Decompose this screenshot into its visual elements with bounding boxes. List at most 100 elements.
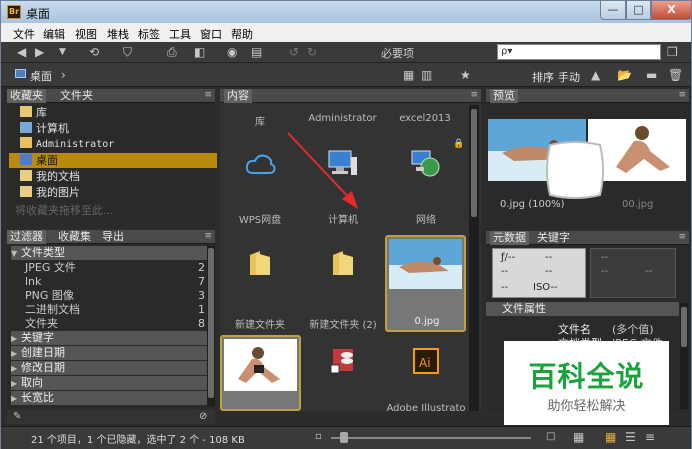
maximize-button[interactable]: □ <box>626 1 651 20</box>
tab-collections[interactable]: 收藏集 <box>55 230 94 244</box>
filter-label: 二进制文档 <box>25 303 80 316</box>
tab-export[interactable]: 导出 <box>99 230 127 244</box>
scroll-thumb[interactable] <box>471 109 477 217</box>
filter-category[interactable]: ▶ 创建日期 <box>11 346 209 360</box>
filter-item[interactable]: PNG 图像 3 <box>11 289 209 303</box>
refine-icon[interactable]: ◧ <box>194 45 205 59</box>
tab-keywords[interactable]: 关键字 <box>534 231 573 245</box>
filter-item[interactable]: lnk 7 <box>11 275 209 289</box>
item-label-excel2013[interactable]: excel2013 <box>385 113 465 124</box>
view-options-icon[interactable]: ▥ <box>421 68 432 82</box>
filter-item[interactable]: JPEG 文件 2 <box>11 261 209 275</box>
camera-download-icon[interactable]: ⎙ <box>167 45 177 59</box>
tab-content[interactable]: 内容 <box>224 89 252 103</box>
grid-item-access[interactable] <box>303 339 383 411</box>
grid-item-new-folder-2[interactable]: 新建文件夹 (2) <box>303 237 383 332</box>
back-arrow-icon[interactable]: ◀ <box>17 45 26 59</box>
workspace-essentials[interactable]: 必要项 <box>381 45 414 61</box>
panel-menu-icon[interactable]: ≡ <box>678 90 686 100</box>
forward-arrow-icon[interactable]: ▶ <box>35 45 44 59</box>
panel-menu-icon[interactable]: ≡ <box>204 231 212 241</box>
new-window-icon[interactable]: ❐ <box>667 45 678 59</box>
view-list-icon[interactable]: ≡ <box>645 430 655 444</box>
tab-metadata[interactable]: 元数据 <box>490 231 529 245</box>
tab-favorites[interactable]: 收藏夹 <box>7 89 46 103</box>
filter-category[interactable]: ▼ 文件类型 <box>11 246 209 260</box>
tab-preview[interactable]: 预览 <box>490 89 518 103</box>
grid-item-new-folder[interactable]: 新建文件夹 <box>220 237 300 332</box>
panel-menu-icon[interactable]: ≡ <box>470 90 478 100</box>
star-rating-filter-icon[interactable]: ★ <box>460 68 471 82</box>
fav-item-library[interactable]: 库 <box>9 105 217 120</box>
fav-item-desktop[interactable]: 桌面 <box>9 153 217 168</box>
menu-edit[interactable]: 编辑 <box>43 26 65 42</box>
grid-item-illustrator[interactable]: Ai Adobe Illustrato <box>386 339 466 414</box>
breadcrumb[interactable]: 桌面 <box>30 68 52 84</box>
fav-item-pictures[interactable]: 我的图片 <box>9 185 217 200</box>
filter-category[interactable]: ▶ 长宽比 <box>11 391 209 405</box>
output-icon[interactable]: ▤ <box>251 45 262 59</box>
history-dropdown-icon[interactable]: ▼ <box>59 45 66 59</box>
view-details-icon[interactable]: ☰ <box>625 430 636 444</box>
clear-filter-icon[interactable]: ⊘ <box>199 410 207 424</box>
menu-tools[interactable]: 工具 <box>169 26 191 42</box>
bridge-app-icon: Br <box>7 5 21 19</box>
panel-menu-icon[interactable]: ≡ <box>204 90 212 100</box>
menu-help[interactable]: 帮助 <box>231 26 253 42</box>
content-scrollbar[interactable] <box>469 105 479 411</box>
grid-item-00jpg[interactable] <box>220 335 301 411</box>
filter-category[interactable]: ▶ 修改日期 <box>11 361 209 375</box>
filter-category[interactable]: ▶ 关键字 <box>11 331 209 345</box>
chevron-right-icon[interactable]: › <box>61 68 66 82</box>
title-bar: Br 桌面 — □ X <box>1 1 692 23</box>
item-label-administrator[interactable]: Administrator <box>300 113 385 124</box>
fav-item-computer[interactable]: 计算机 <box>9 121 217 136</box>
menu-file[interactable]: 文件 <box>13 26 35 42</box>
metadata-scrollbar[interactable] <box>680 303 688 409</box>
focal-value: -- <box>501 282 509 293</box>
open-recent-folder-icon[interactable]: 📂 <box>617 68 632 82</box>
panel-menu-icon[interactable]: ≡ <box>678 232 686 242</box>
tab-folders[interactable]: 文件夹 <box>57 89 96 103</box>
file-properties-section[interactable]: 文件属性 <box>486 302 679 316</box>
close-button[interactable]: X <box>651 1 692 20</box>
scroll-thumb[interactable] <box>681 307 687 347</box>
favorites-panel: 收藏夹 文件夹 ≡ 库 计算机 Administrator 桌面 我的文档 我的… <box>7 89 217 227</box>
fav-item-documents[interactable]: 我的文档 <box>9 169 217 184</box>
sort-ascending-icon[interactable]: ▲ <box>591 68 600 82</box>
filter-item[interactable]: 二进制文档 1 <box>11 303 209 317</box>
grid-item-0jpg[interactable]: 0.jpg <box>385 235 466 332</box>
item-label: 新建文件夹 (2) <box>309 320 377 331</box>
item-label: 0.jpg <box>414 316 440 327</box>
menu-stack[interactable]: 堆栈 <box>107 26 129 42</box>
menu-window[interactable]: 窗口 <box>200 26 222 42</box>
loupe-magnifier[interactable] <box>544 141 606 199</box>
tab-filter[interactable]: 过滤器 <box>7 230 46 244</box>
filter-label: 关键字 <box>21 331 54 344</box>
filter-scrollbar[interactable] <box>207 246 215 406</box>
filter-funnel-icon[interactable]: ⛉ <box>123 45 132 59</box>
lock-thumbnail-grid-icon[interactable]: ▦ <box>573 430 584 444</box>
minimize-button[interactable]: — <box>600 1 626 20</box>
slider-handle[interactable] <box>340 432 348 443</box>
sort-mode-dropdown[interactable]: 手动 <box>558 69 580 85</box>
search-input[interactable]: ρ▾ <box>497 44 661 60</box>
fav-item-administrator[interactable]: Administrator <box>9 137 217 152</box>
desktop-icon <box>20 154 32 165</box>
rotate-left-icon[interactable]: ↺ <box>289 45 299 59</box>
filter-item[interactable]: 文件夹 8 <box>11 317 209 331</box>
rotate-right-icon[interactable]: ↻ <box>307 45 317 59</box>
view-thumbnails-icon[interactable]: ▦ <box>605 430 616 444</box>
thumbnail-size-slider[interactable] <box>331 437 531 439</box>
pin-icon[interactable]: ✎ <box>13 410 21 424</box>
menu-view[interactable]: 视图 <box>75 26 97 42</box>
trash-icon[interactable]: 🗑 <box>668 68 683 82</box>
thumbnail-quality-icon[interactable]: ▦ <box>403 68 414 82</box>
new-folder-icon[interactable]: ▬ <box>646 68 657 82</box>
scroll-thumb[interactable] <box>208 248 214 398</box>
open-in-camera-raw-icon[interactable]: ◉ <box>227 45 237 59</box>
menu-label[interactable]: 标签 <box>138 26 160 42</box>
filter-category[interactable]: ▶ 取向 <box>11 376 209 390</box>
recent-folder-icon[interactable]: ⟲ <box>89 45 99 59</box>
grid-item-network[interactable]: 网络 <box>386 139 466 234</box>
